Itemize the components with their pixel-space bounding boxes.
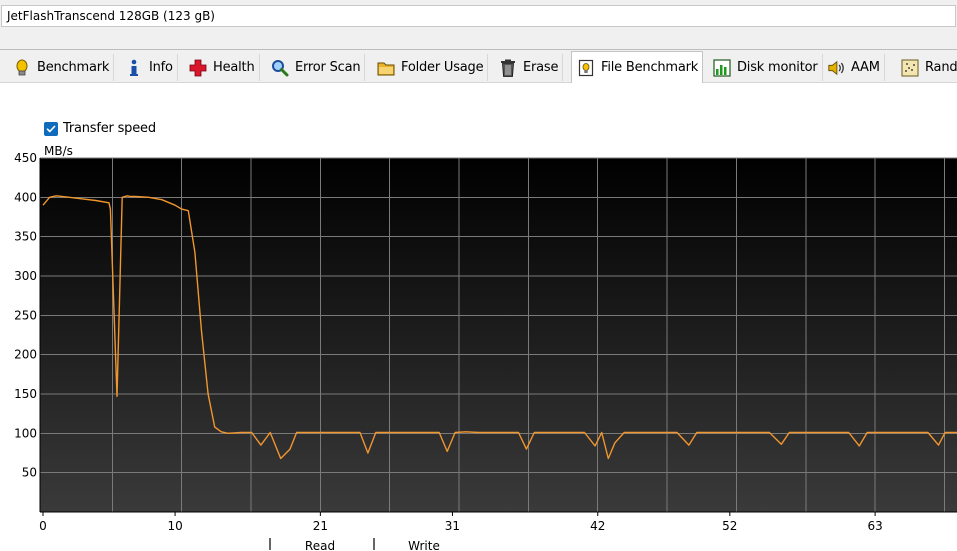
x-tick-label: 10 bbox=[167, 519, 182, 533]
plot-area bbox=[40, 158, 957, 512]
tab-label: File Benchmark bbox=[601, 60, 699, 75]
x-tick-label: 0 bbox=[39, 519, 47, 533]
x-tick-label: 31 bbox=[445, 519, 460, 533]
y-axis-unit-label: MB/s bbox=[44, 144, 73, 158]
x-tick-label: 52 bbox=[722, 519, 737, 533]
y-tick-label: 200 bbox=[14, 348, 37, 362]
file-benchmark-icon bbox=[577, 59, 595, 77]
y-tick-label: 50 bbox=[22, 466, 37, 480]
y-tick-label: 250 bbox=[14, 308, 37, 322]
legend-label: Read bbox=[305, 539, 335, 551]
y-tick-label: 100 bbox=[14, 426, 37, 440]
transfer-speed-chart: 50 100 150 200 250 300 350 400 450 0 10 21 31 42 52 63 M… bbox=[14, 144, 957, 551]
y-tick-label: 350 bbox=[14, 230, 37, 244]
tab-file-benchmark[interactable]: File Benchmark bbox=[571, 51, 704, 83]
y-tick-label: 300 bbox=[14, 269, 37, 283]
y-tick-label: 400 bbox=[14, 190, 37, 204]
x-tick-label: 21 bbox=[313, 519, 328, 533]
x-tick-label: 42 bbox=[590, 519, 605, 533]
y-tick-label: 150 bbox=[14, 387, 37, 401]
legend-label: Write bbox=[408, 539, 440, 551]
y-tick-label: 450 bbox=[14, 151, 37, 165]
x-tick-label: 63 bbox=[867, 519, 882, 533]
